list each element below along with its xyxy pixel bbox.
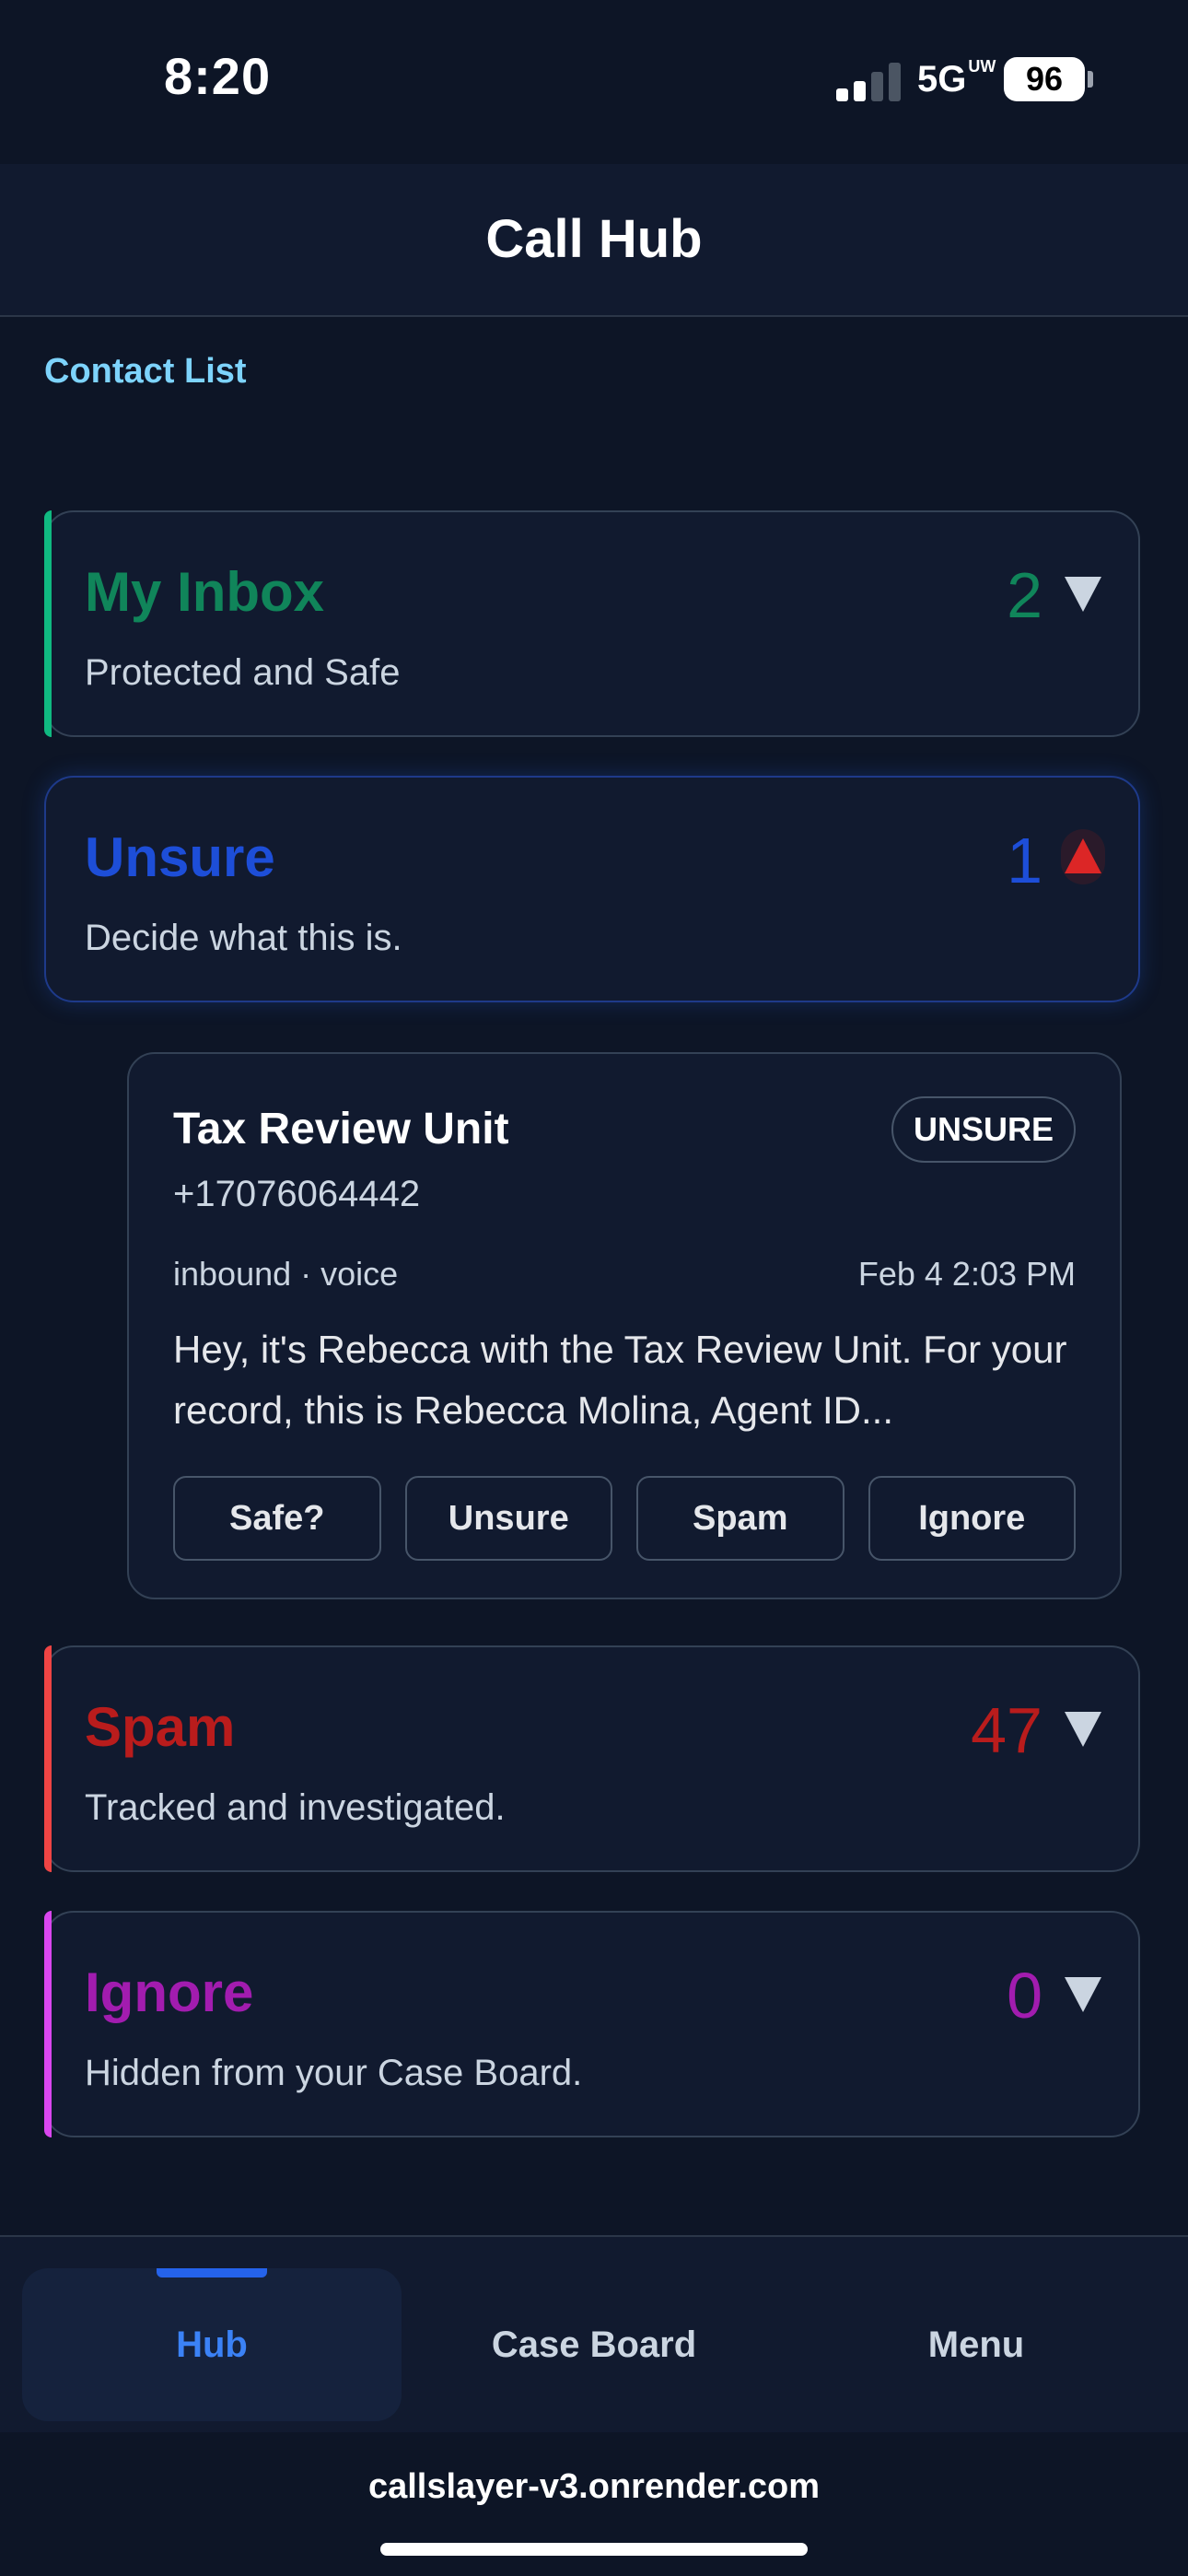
nav-case-board[interactable]: Case Board <box>404 2268 784 2421</box>
spam-button[interactable]: Spam <box>636 1476 844 1561</box>
folder-spam[interactable]: Spam Tracked and investigated. 47 <box>44 1645 1140 1872</box>
call-date: Feb 4 2:03 PM <box>857 1255 1076 1293</box>
call-transcript: Hey, it's Rebecca with the Tax Review Un… <box>173 1328 1067 1432</box>
folder-subtitle: Hidden from your Case Board. <box>85 2053 583 2093</box>
folder-subtitle: Protected and Safe <box>85 652 401 693</box>
contact-list-link[interactable]: Contact List <box>44 352 247 392</box>
status-badge: UNSURE <box>891 1096 1076 1163</box>
folder-count: 0 <box>1007 1960 1042 2032</box>
url-text[interactable]: callslayer-v3.onrender.com <box>0 2467 1188 2507</box>
status-bar: 8:20 5G UW 96 <box>0 0 1188 164</box>
folder-count: 2 <box>1007 559 1042 631</box>
chevron-down-icon[interactable] <box>1065 1712 1101 1747</box>
chevron-up-icon[interactable] <box>1065 838 1101 873</box>
folder-subtitle: Decide what this is. <box>85 918 402 958</box>
nav-menu[interactable]: Menu <box>786 2268 1166 2421</box>
call-card[interactable]: Tax Review Unit UNSURE +17076064442 inbo… <box>127 1052 1122 1599</box>
folder-accent <box>44 1645 52 1872</box>
app-header: Call Hub <box>0 164 1188 317</box>
page-title: Call Hub <box>485 209 703 269</box>
folder-title: Unsure <box>85 826 275 888</box>
caller-phone: +17076064442 <box>173 1174 421 1214</box>
chevron-down-icon[interactable] <box>1065 577 1101 612</box>
unsure-button[interactable]: Unsure <box>404 1476 612 1561</box>
browser-url-bar: callslayer-v3.onrender.com <box>0 2432 1188 2576</box>
signal-icon <box>836 61 901 101</box>
folder-subtitle: Tracked and investigated. <box>85 1787 506 1828</box>
home-indicator[interactable] <box>380 2543 808 2556</box>
folder-title: Ignore <box>85 1961 254 2023</box>
folder-title: My Inbox <box>85 561 325 623</box>
clock: 8:20 <box>164 47 272 105</box>
safe-button[interactable]: Safe? <box>173 1476 381 1561</box>
folder-unsure[interactable]: Unsure Decide what this is. 1 <box>44 776 1140 1002</box>
caller-name: Tax Review Unit <box>173 1105 509 1153</box>
folder-my-inbox[interactable]: My Inbox Protected and Safe 2 <box>44 510 1140 737</box>
nav-hub[interactable]: Hub <box>22 2268 402 2421</box>
battery-tip <box>1088 71 1093 88</box>
action-buttons: Safe? Unsure Spam Ignore <box>173 1476 1076 1561</box>
folder-title: Spam <box>85 1696 236 1758</box>
chevron-down-icon[interactable] <box>1065 1977 1101 2012</box>
folder-accent <box>44 510 52 737</box>
folder-count: 47 <box>971 1694 1042 1766</box>
folder-count: 1 <box>1007 825 1042 896</box>
battery-icon: 96 <box>1004 57 1085 101</box>
folder-accent <box>44 1911 52 2137</box>
active-indicator <box>157 2268 267 2277</box>
network-type: 5G UW <box>917 57 996 100</box>
folder-ignore[interactable]: Ignore Hidden from your Case Board. 0 <box>44 1911 1140 2137</box>
call-meta: inbound · voice <box>173 1255 399 1293</box>
bottom-nav: Hub Case Board Menu <box>0 2235 1188 2434</box>
ignore-button[interactable]: Ignore <box>868 1476 1076 1561</box>
